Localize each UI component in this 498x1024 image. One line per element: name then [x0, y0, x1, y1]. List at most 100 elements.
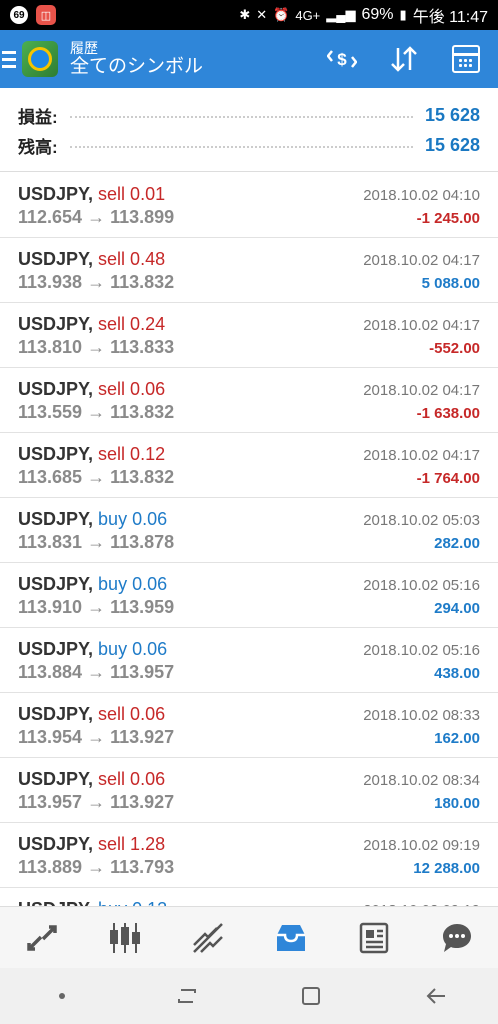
mute-icon: ✕: [256, 7, 268, 22]
balance-label: 残高:: [18, 137, 58, 157]
trade-row[interactable]: USDJPY, sell 0.06 2018.10.02 08:33 113.954 …: [0, 693, 498, 758]
trade-side: sell 0.24: [98, 314, 166, 334]
trade-side: buy 0.06: [98, 639, 168, 659]
trade-row[interactable]: USDJPY, sell 0.24 2018.10.02 04:17 113.810 …: [0, 303, 498, 368]
trade-side: buy 0.12: [98, 899, 167, 906]
trade-prices: 113.938 → 113.832: [18, 272, 175, 292]
app-toolbar: 履歴 全てのシンボル $: [0, 30, 498, 88]
profit-value: 15 628: [424, 104, 480, 125]
trade-symbol: USDJPY,: [18, 704, 94, 724]
bluetooth-icon: ✱: [239, 7, 251, 22]
back-icon[interactable]: [416, 976, 456, 1016]
trade-row[interactable]: USDJPY, sell 0.01 2018.10.02 04:10 112.654 …: [0, 173, 498, 238]
balance-value: 15 628: [424, 134, 480, 155]
profit-label: 損益:: [18, 107, 58, 127]
dot-icon[interactable]: [42, 976, 82, 1016]
network-label: 4G+: [295, 7, 321, 23]
chart-icon[interactable]: [105, 918, 145, 958]
trade-row[interactable]: USDJPY, sell 0.48 2018.10.02 04:17 113.938 …: [0, 238, 498, 303]
trade-time: 2018.10.02 04:17: [363, 317, 480, 334]
bottom-navigation: [0, 906, 498, 968]
home-icon[interactable]: [291, 976, 331, 1016]
trade-side: sell 1.28: [98, 834, 166, 854]
notification-badge: 69: [10, 6, 28, 24]
news-icon[interactable]: [354, 918, 394, 958]
trade-time: 2018.10.02 04:10: [363, 187, 480, 204]
trade-profit: 12 288.00: [413, 860, 480, 877]
history-icon[interactable]: [271, 918, 311, 958]
status-bar: 69 ◫ ✱ ✕ ⏰ 4G+ ▂▄▆ 69% ▮ 午後 11:47: [0, 0, 498, 30]
trade-prices: 113.889 → 113.793: [18, 857, 175, 877]
trade-history-list[interactable]: USDJPY, sell 0.01 2018.10.02 04:10 112.654 …: [0, 173, 498, 906]
trade-row[interactable]: USDJPY,buy 0.122018.10.02 09:19: [0, 888, 498, 906]
trade-symbol: USDJPY,: [18, 444, 94, 464]
trade-side: sell 0.06: [98, 379, 166, 399]
trade-row[interactable]: USDJPY, buy 0.06 2018.10.02 05:16 113.910 →…: [0, 563, 498, 628]
trade-side: buy 0.06: [98, 574, 168, 594]
trade-row[interactable]: USDJPY, sell 0.12 2018.10.02 04:17 113.685 …: [0, 433, 498, 498]
recent-apps-icon[interactable]: [167, 976, 207, 1016]
balance-row: 残高: 15 628: [18, 130, 480, 160]
trade-row[interactable]: USDJPY, sell 1.28 2018.10.02 09:19 113.889 …: [0, 823, 498, 888]
battery-percent: 69%: [361, 6, 394, 23]
trade-profit: 180.00: [434, 795, 480, 812]
trade-row[interactable]: USDJPY, sell 0.06 2018.10.02 08:34 113.957 …: [0, 758, 498, 823]
trade-time: 2018.10.02 08:33: [363, 707, 480, 724]
system-navigation-bar: [0, 968, 498, 1024]
trade-symbol: USDJPY,: [18, 509, 94, 529]
trade-side: buy 0.06: [98, 509, 168, 529]
trade-time: 2018.10.02 04:17: [363, 447, 480, 464]
trade-profit: 438.00: [434, 665, 480, 682]
trade-symbol: USDJPY,: [18, 769, 94, 789]
trade-row[interactable]: USDJPY, buy 0.06 2018.10.02 05:16 113.884 →…: [0, 628, 498, 693]
trade-icon[interactable]: [188, 918, 228, 958]
trade-prices: 113.957 → 113.927: [18, 792, 175, 812]
trade-prices: 113.559 → 113.832: [18, 402, 175, 422]
trade-time: 2018.10.02 05:16: [363, 642, 480, 659]
signal-icon: ▂▄▆: [326, 7, 356, 22]
trade-symbol: USDJPY,: [18, 639, 94, 659]
svg-text:$: $: [337, 50, 347, 69]
trade-profit: -1 764.00: [416, 470, 480, 487]
trade-time: 2018.10.02 05:03: [363, 512, 480, 529]
metatrader-logo-icon: [22, 41, 58, 77]
trade-row[interactable]: USDJPY, sell 0.06 2018.10.02 04:17 113.559 …: [0, 368, 498, 433]
trade-time: 2018.10.02 05:16: [363, 577, 480, 594]
alarm-icon: ⏰: [273, 7, 290, 22]
trade-prices: 113.954 → 113.927: [18, 727, 175, 747]
trade-symbol: USDJPY,: [18, 834, 94, 854]
trade-prices: 113.910 → 113.959: [18, 597, 175, 617]
leader-dots: [69, 146, 413, 148]
trade-prices: 113.810 → 113.833: [18, 337, 175, 357]
trade-prices: 113.884 → 113.957: [18, 662, 175, 682]
sort-icon[interactable]: [388, 43, 420, 75]
trade-profit: 294.00: [434, 600, 480, 617]
trade-side: sell 0.01: [98, 184, 166, 204]
app-notification-icon: ◫: [36, 5, 56, 25]
trade-symbol: USDJPY,: [18, 314, 94, 334]
trade-symbol: USDJPY,: [18, 379, 94, 399]
trade-side: sell 0.06: [98, 769, 166, 789]
calendar-icon[interactable]: [450, 43, 482, 75]
trade-side: sell 0.48: [98, 249, 166, 269]
trade-symbol: USDJPY,: [18, 899, 93, 906]
trade-symbol: USDJPY,: [18, 574, 94, 594]
dollar-filter-icon[interactable]: $: [326, 43, 358, 75]
trade-prices: 112.654 → 113.899: [18, 207, 175, 227]
trade-row[interactable]: USDJPY, buy 0.06 2018.10.02 05:03 113.831 →…: [0, 498, 498, 563]
trade-profit: -552.00: [429, 340, 480, 357]
chat-icon[interactable]: [437, 918, 477, 958]
profit-row: 損益: 15 628: [18, 100, 480, 130]
trade-profit: 5 088.00: [421, 275, 480, 292]
trade-symbol: USDJPY,: [18, 184, 94, 204]
clock: 午後 11:47: [412, 9, 488, 26]
symbol-filter[interactable]: 全てのシンボル: [70, 56, 203, 78]
battery-icon: ▮: [399, 7, 407, 22]
trade-prices: 113.685 → 113.832: [18, 467, 175, 487]
leader-dots: [69, 116, 413, 118]
quotes-icon[interactable]: [22, 918, 62, 958]
trade-symbol: USDJPY,: [18, 249, 94, 269]
trade-time: 2018.10.02 09:19: [363, 837, 480, 854]
menu-icon[interactable]: [2, 50, 16, 68]
trade-profit: 282.00: [434, 535, 480, 552]
